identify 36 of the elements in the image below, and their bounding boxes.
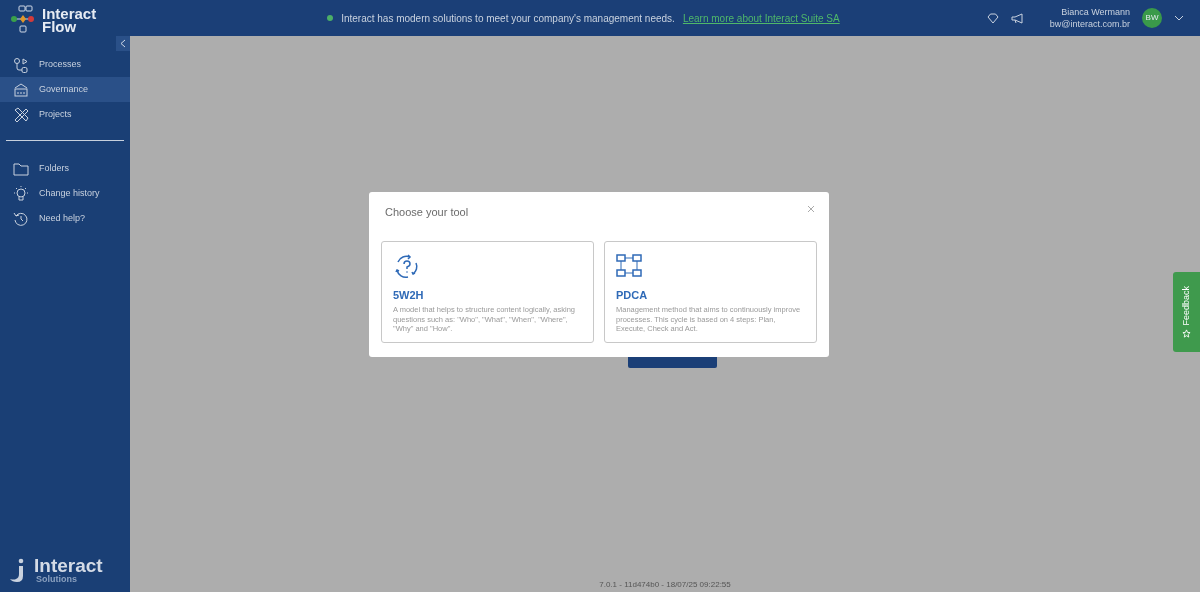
history-icon <box>13 210 29 227</box>
close-icon <box>807 205 815 213</box>
company-tagline: Solutions <box>36 575 78 584</box>
logo-icon <box>10 4 36 35</box>
app-name: Interact <box>42 6 97 20</box>
lightbulb-icon <box>13 185 29 202</box>
learn-more-link[interactable]: Learn more about Interact Suite SA <box>682 10 840 26</box>
feedback-tab[interactable]: Feedback <box>1173 272 1200 352</box>
megaphone-icon[interactable] <box>1010 12 1024 24</box>
version-label: 7.0.1 - 11d474b0 - 18/07/25 09:22:55 <box>599 579 731 591</box>
sidebar-item[interactable]: Folders <box>0 156 130 181</box>
question-cycle-icon <box>393 252 419 279</box>
dialog-title: Choose your tool <box>385 205 469 220</box>
chevron-down-icon[interactable] <box>1174 15 1184 21</box>
sidebar-item[interactable]: Governance <box>0 77 130 102</box>
company-name: Interact <box>34 556 103 575</box>
folder-icon <box>13 160 29 177</box>
chevron-left-icon <box>120 39 126 48</box>
app-name: Flow <box>42 19 77 33</box>
flow-icon <box>13 56 29 73</box>
user-name: Bianca Wermann <box>1061 6 1130 18</box>
diamond-icon[interactable] <box>986 12 999 24</box>
pencil-ruler-icon <box>13 106 29 123</box>
option-title: 5W2H <box>393 287 424 303</box>
banner-message: Interact has modern solutions to meet your company's management needs. <box>341 11 675 26</box>
sidebar-item[interactable]: Need help? <box>0 206 130 231</box>
sidebar-item[interactable]: Projects <box>0 102 130 127</box>
collapse-button[interactable] <box>116 36 130 51</box>
sidebar-item[interactable]: Change history <box>0 181 130 206</box>
user-avatar[interactable]: BW <box>1142 8 1162 28</box>
bank-icon <box>13 81 29 98</box>
user-email: bw@interact.com.br <box>1049 18 1130 30</box>
sidebar-item[interactable]: Processes <box>0 52 130 77</box>
star-icon <box>1182 329 1191 339</box>
flowchart-icon <box>616 252 642 279</box>
option-title: PDCA <box>616 287 648 303</box>
